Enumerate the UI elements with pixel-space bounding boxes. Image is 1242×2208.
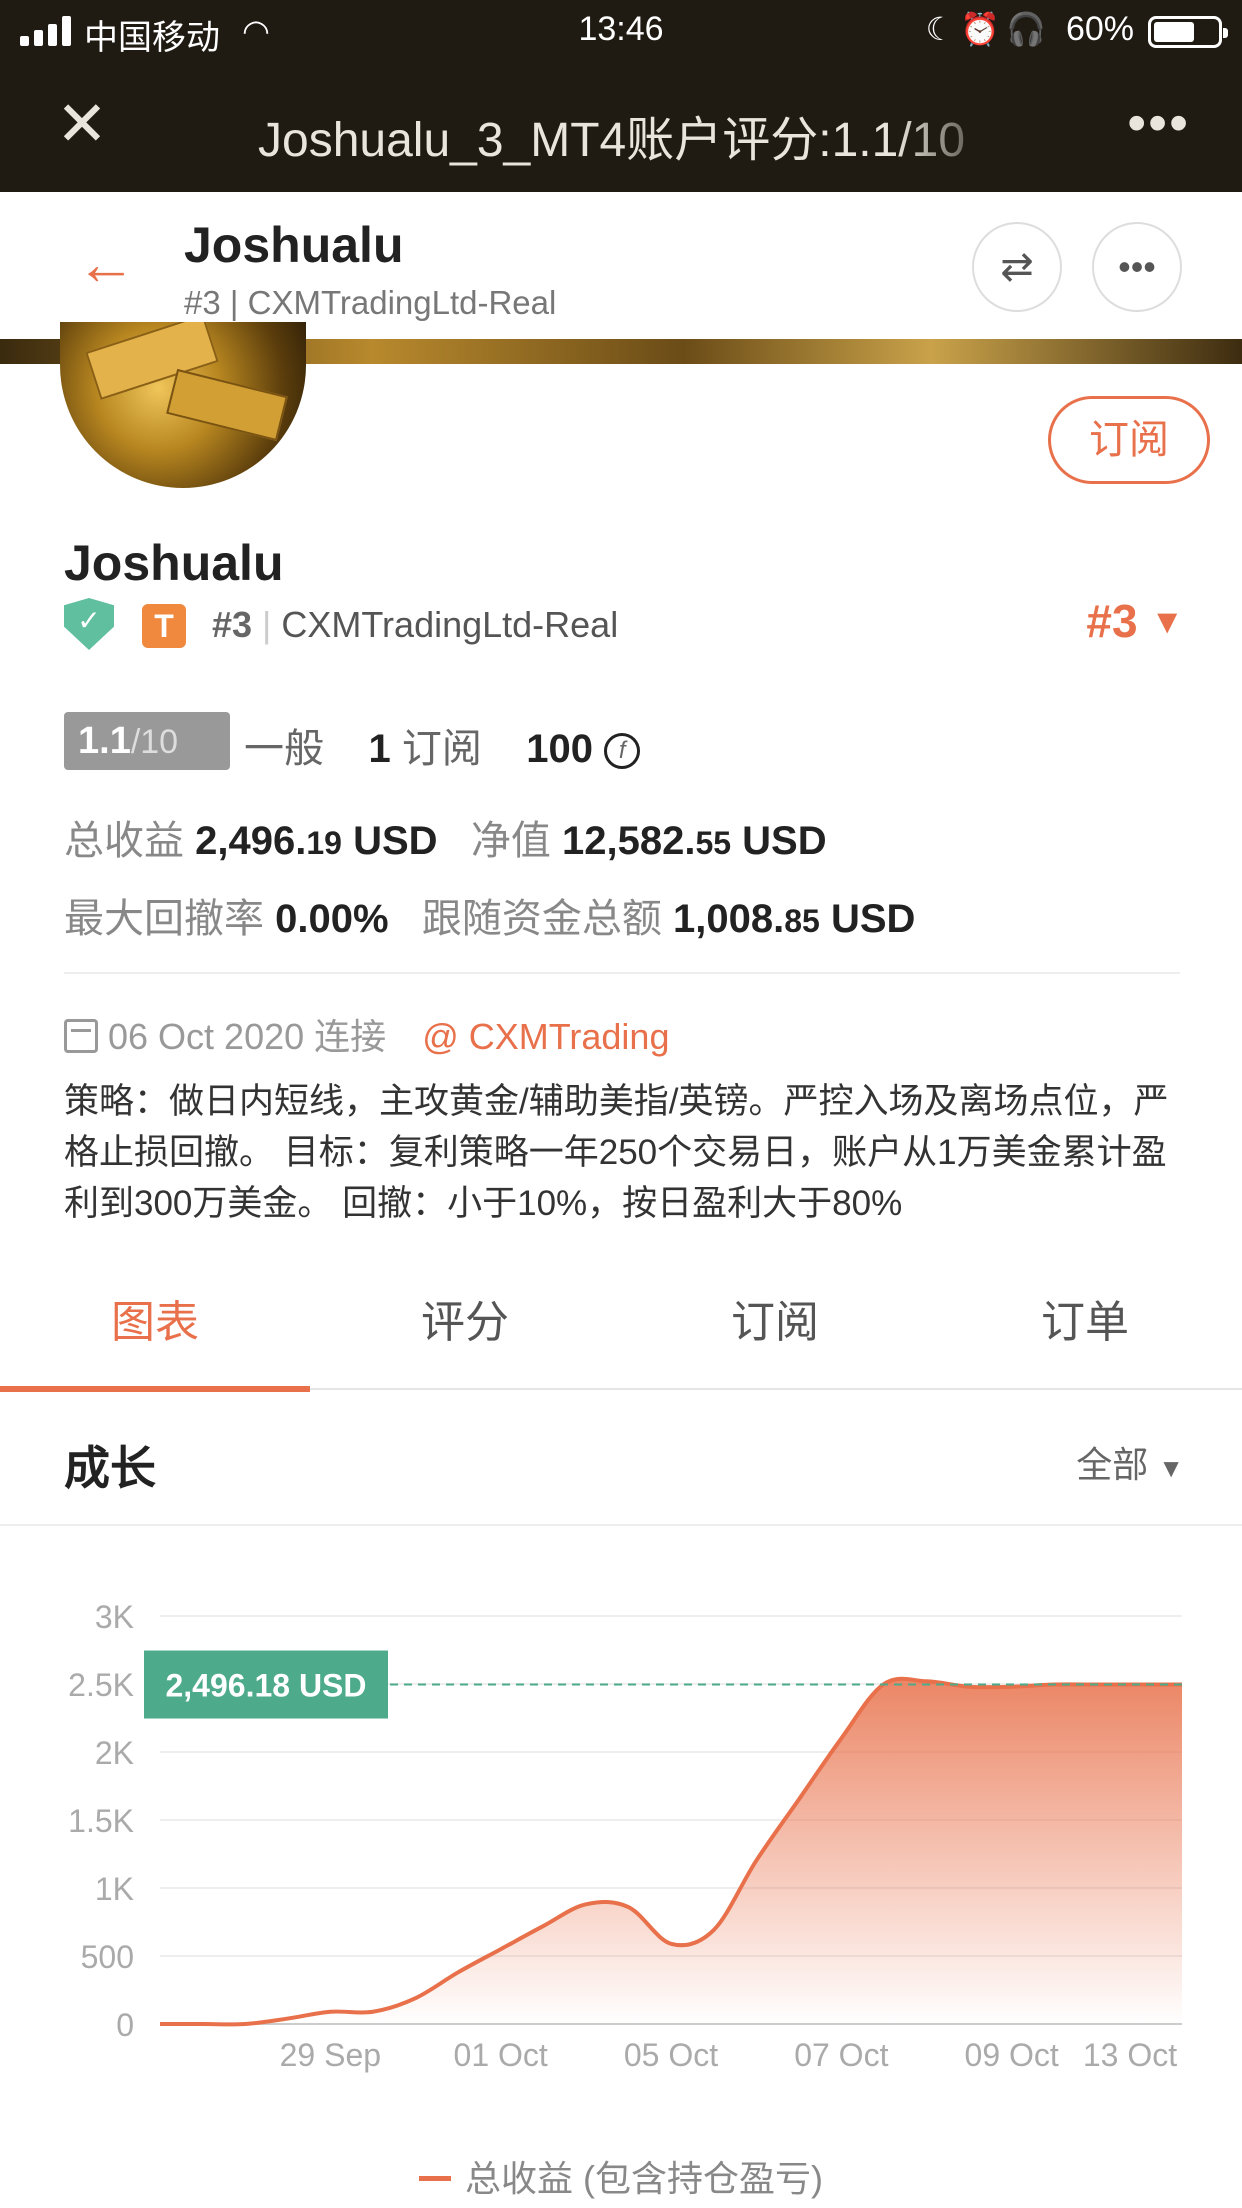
strategy-text: 策略：做日内短线，主攻黄金/辅助美指/英镑。严控入场及离场点位，严格止损回撤。 … (64, 1082, 1169, 1223)
app-bar: ← Joshualu #3 | CXMTradingLtd-Real ⇄ ••• (0, 192, 1242, 339)
connect-account-link[interactable]: @ CXMTrading (422, 1016, 669, 1057)
follow-funds-label: 跟随资金总额 (421, 897, 662, 941)
rank-label: #3 (212, 604, 253, 645)
chart-area (160, 1678, 1182, 2025)
coin-count: 100 (526, 727, 594, 771)
legend-label: 总收益 (包含持仓盈亏) (465, 2158, 823, 2199)
rank-dropdown[interactable]: #3 ▼ (1086, 594, 1184, 648)
connect-line: 06 Oct 2020 连接 @ CXMTrading (64, 1008, 669, 1060)
total-profit-int: 2,496. (195, 819, 307, 863)
follow-funds-currency: USD (830, 897, 916, 941)
subscriber-label: 订阅 (401, 727, 482, 771)
webview-title: Joshualu_3_MT4账户评分:1.1/10 (258, 114, 966, 167)
connect-label: 连接 (314, 1016, 387, 1057)
clock: 13:46 (578, 10, 664, 48)
follow-funds-dec: 85 (784, 903, 820, 939)
equity-currency: USD (742, 819, 827, 863)
battery-icon (1148, 16, 1228, 48)
app-bar-subtitle: #3 | CXMTradingLtd-Real (184, 284, 557, 321)
y-tick-label: 3K (95, 1599, 134, 1635)
y-tick-label: 1K (95, 1871, 134, 1907)
score-out-of: /10 (130, 723, 179, 761)
growth-filter-label: 全部 (1076, 1444, 1149, 1485)
growth-title: 成长 (64, 1442, 156, 1494)
tab-score[interactable]: 评分 (310, 1270, 620, 1390)
y-tick-label: 0 (116, 2007, 134, 2043)
divider (64, 972, 1180, 974)
follow-funds-int: 1,008. (673, 897, 785, 941)
x-tick-label: 07 Oct (794, 2037, 888, 2073)
caret-down-icon: ▼ (1158, 1453, 1184, 1483)
total-profit-dec: 19 (306, 825, 342, 861)
close-icon[interactable]: ✕ (56, 94, 108, 156)
stat-row-1: 总收益 2,496.19 USD 净值 12,582.55 USD (64, 808, 827, 866)
subscribe-button[interactable]: 订阅 (1048, 396, 1210, 484)
y-tick-label: 2.5K (68, 1667, 134, 1703)
avatar (60, 322, 306, 488)
x-tick-label: 29 Sep (280, 2037, 381, 2073)
equity-int: 12,582. (561, 819, 696, 863)
x-tick-label: 01 Oct (454, 2037, 548, 2073)
more-icon[interactable]: ••• (1127, 92, 1190, 154)
y-tick-label: 1.5K (68, 1803, 134, 1839)
switch-icon[interactable]: ⇄ (972, 222, 1062, 312)
rank-line: #3 | CXMTradingLtd-Real (212, 604, 619, 645)
growth-chart: 3K 2.5K 2K 1.5K 1K 500 0 29 Sep 01 Oct 05 Oct 07 O… (68, 1599, 1182, 2073)
growth-filter-dropdown[interactable]: 全部 ▼ (1076, 1436, 1184, 1488)
total-profit-currency: USD (353, 819, 438, 863)
more-options-icon[interactable]: ••• (1092, 222, 1182, 312)
shield-check-icon: ✓ (64, 598, 114, 650)
tab-bar: 图表 评分 订阅 订单 (0, 1270, 1242, 1392)
tier-badge: T (142, 604, 186, 648)
tab-orders[interactable]: 订单 (930, 1270, 1240, 1390)
score-badge: 1.1/10 (64, 712, 230, 770)
calendar-icon (64, 1019, 98, 1053)
chart-legend: 总收益 (包含持仓盈亏) (0, 2150, 1242, 2202)
equity-dec: 55 (695, 825, 732, 861)
back-arrow-icon[interactable]: ← (76, 234, 136, 294)
stat-row-2: 最大回撤率 0.00% 跟随资金总额 1,008.85 USD (64, 886, 915, 944)
rank-dropdown-label: #3 (1086, 595, 1138, 647)
broker-label: CXMTradingLtd-Real (281, 604, 619, 645)
app-bar-title: Joshualu (184, 217, 404, 273)
webview-header: ✕ Joshualu_3_MT4账户评分:1.1/10 ••• (0, 62, 1242, 192)
y-tick-label: 500 (81, 1939, 134, 1975)
score-summary: 一般 1 订阅 100 f (244, 716, 641, 774)
x-tick-label: 13 Oct (1083, 2037, 1177, 2073)
status-icons: ☾⏰🎧 (925, 11, 1052, 47)
max-drawdown-value: 0.00% (275, 897, 389, 941)
status-bar: 中国移动 ◠ 13:46 ☾⏰🎧 60% (0, 0, 1242, 62)
x-tick-label: 05 Oct (624, 2037, 718, 2073)
legend-swatch (419, 2176, 451, 2181)
score-level: 一般 (244, 727, 324, 771)
max-drawdown-label: 最大回撤率 (64, 897, 264, 941)
subscriber-count: 1 (368, 727, 391, 771)
equity-label: 净值 (470, 819, 551, 863)
battery-percent: 60% (1065, 10, 1134, 48)
score-value: 1.1 (78, 720, 131, 762)
x-tick-label: 09 Oct (965, 2037, 1059, 2073)
coin-icon: f (604, 733, 641, 769)
growth-header: 成长 全部 ▼ (0, 1392, 1242, 1526)
caret-down-icon: ▼ (1150, 603, 1184, 641)
tab-subscribe[interactable]: 订阅 (620, 1270, 930, 1390)
tab-chart[interactable]: 图表 (0, 1270, 310, 1392)
profile-name: Joshualu (64, 535, 284, 591)
total-profit-label: 总收益 (64, 819, 184, 863)
connect-date: 06 Oct 2020 (108, 1016, 305, 1057)
current-value-label: 2,496.18 USD (165, 1668, 366, 1704)
y-tick-label: 2K (95, 1735, 134, 1771)
